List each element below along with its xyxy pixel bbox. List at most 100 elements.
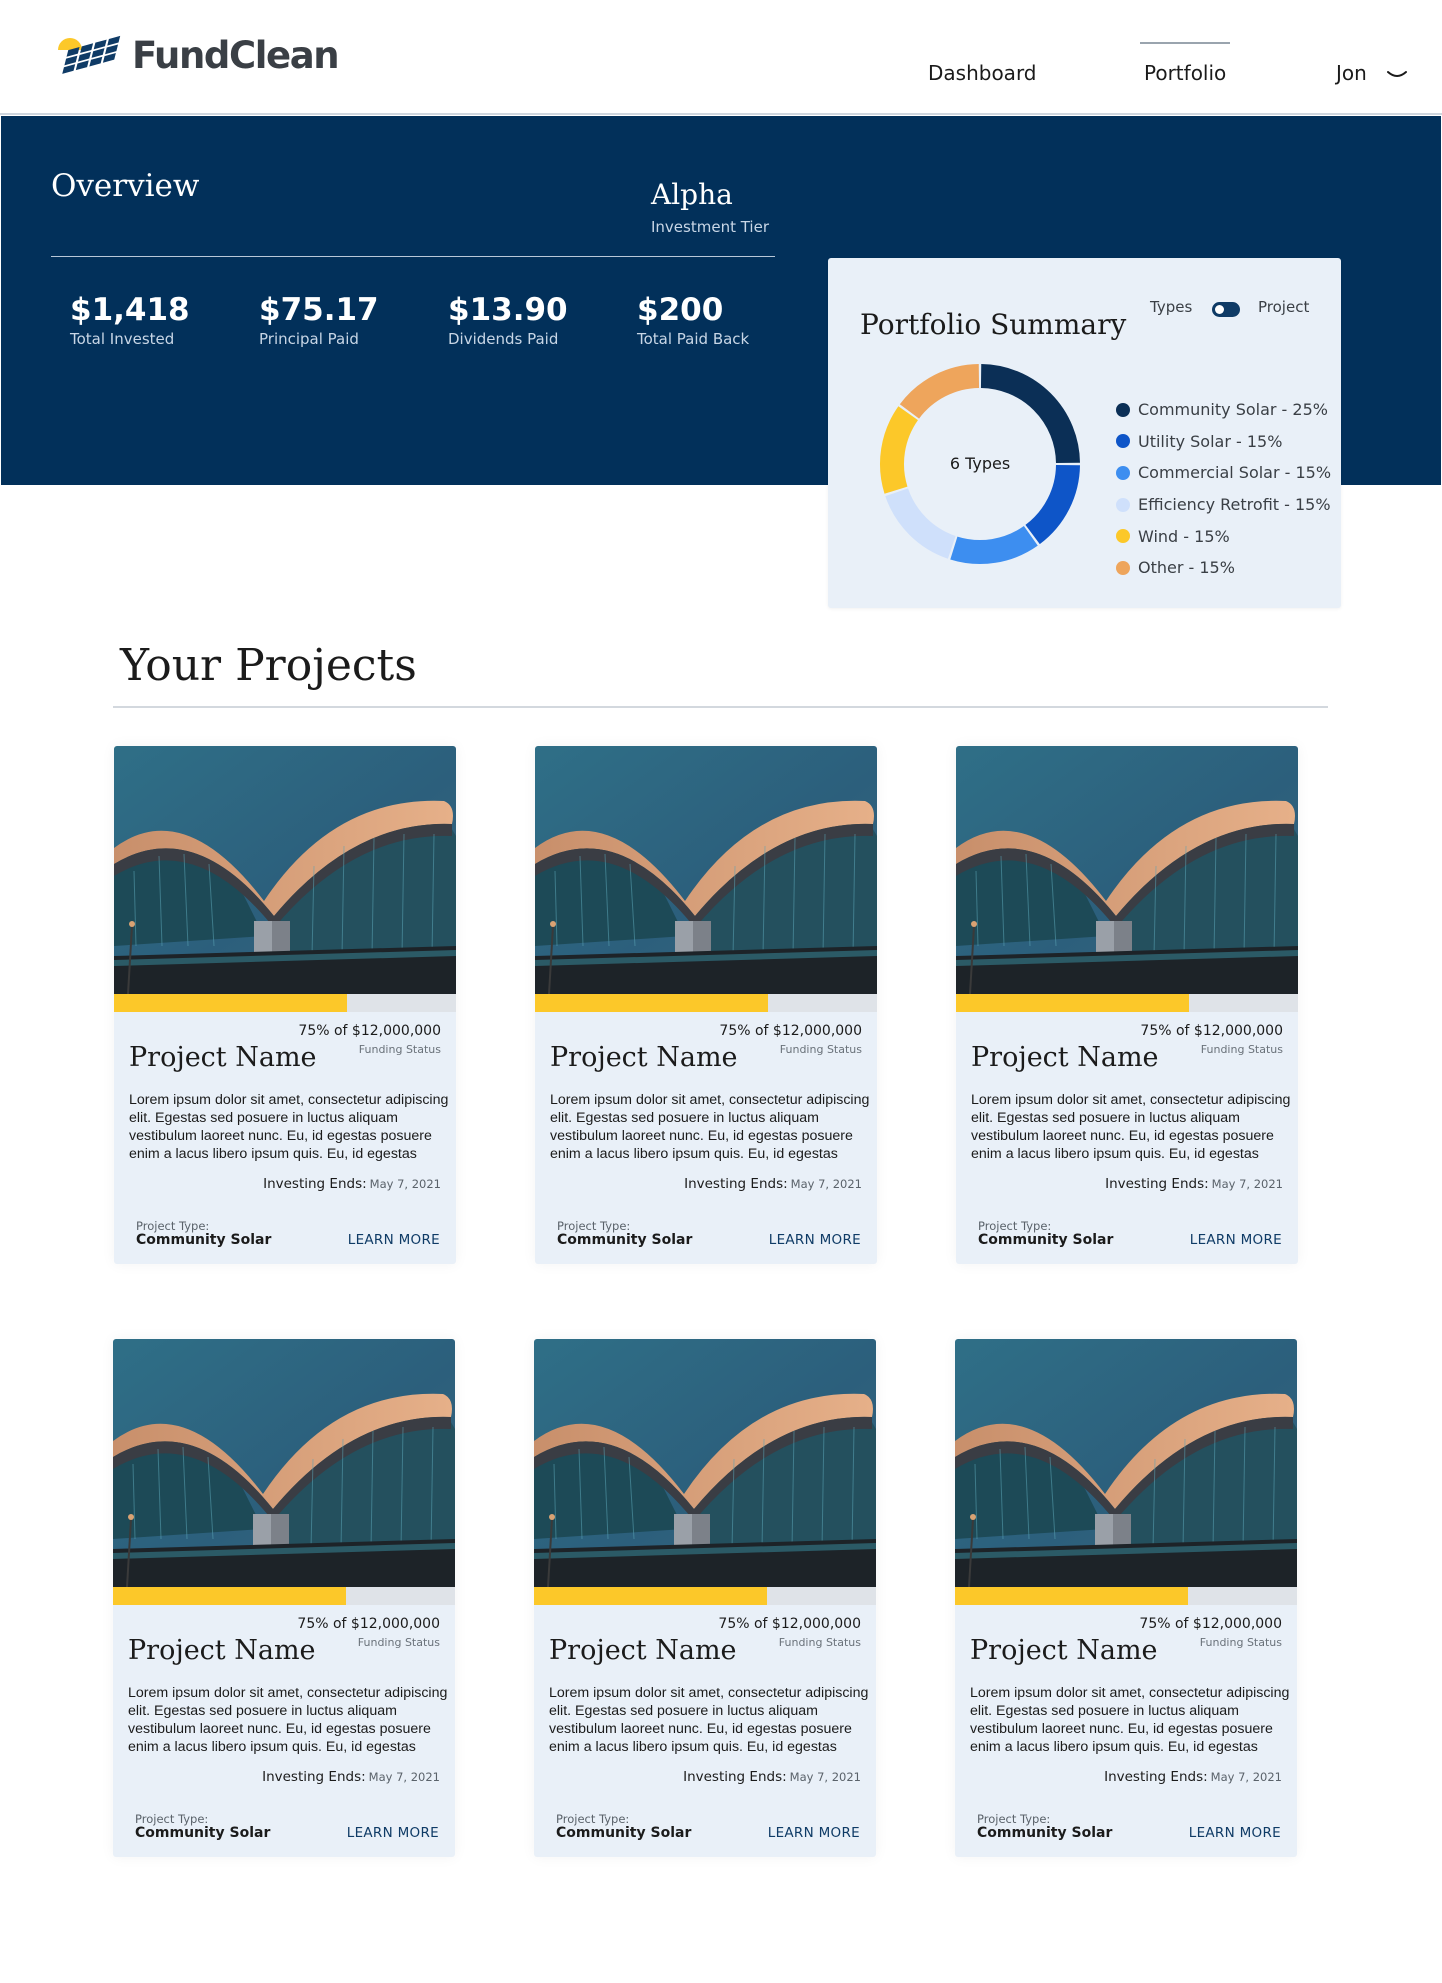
overview-divider [51,256,775,257]
toggle-label-project[interactable]: Project [1258,298,1309,316]
funding-progress-fill [114,994,347,1012]
funding-progress-bar [956,994,1298,1012]
learn-more-link[interactable]: LEARN MORE [1189,1825,1281,1841]
project-type-label: Project Type: [978,1219,1052,1233]
legend-label: Commercial Solar - 15% [1138,463,1332,483]
legend-dot-icon [1116,434,1130,449]
project-card[interactable]: 75% of $12,000,000 Funding Status Project … [955,1339,1297,1857]
project-type-label: Project Type: [557,1219,631,1233]
legend-item: Commercial Solar - 15% [1116,457,1331,489]
project-description: Lorem ipsum dolor sit amet, consectetur … [971,1092,1291,1162]
funding-progress-bar [955,1587,1297,1605]
funding-progress-fill [955,1587,1188,1605]
funding-amount: 75% of $12,000,000 [1140,1023,1283,1039]
funding-amount: 75% of $12,000,000 [297,1616,440,1632]
solar-panel-logo-icon [58,35,121,74]
donut-slice-5 [899,364,980,419]
donut-slice-4 [880,406,919,494]
investing-ends: Investing Ends: May 7, 2021 [683,1769,861,1785]
project-card[interactable]: 75% of $12,000,000 Funding Status Project … [113,1339,455,1857]
learn-more-link[interactable]: LEARN MORE [768,1825,860,1841]
legend-dot-icon [1116,402,1130,417]
nav-dashboard[interactable]: Dashboard [928,60,1037,86]
portfolio-summary-card: Portfolio Summary Types Project 6 Types … [828,258,1341,608]
learn-more-link[interactable]: LEARN MORE [769,1232,861,1248]
brand-logo[interactable]: FundClean [56,30,340,80]
funding-progress-bar [534,1587,876,1605]
investing-ends: Investing Ends: May 7, 2021 [1104,1769,1282,1785]
legend-dot-icon [1116,465,1130,480]
investing-ends: Investing Ends: May 7, 2021 [1105,1176,1283,1192]
project-card[interactable]: 75% of $12,000,000 Funding Status Project … [535,746,877,1264]
project-type: Community Solar [135,1825,271,1841]
project-type: Community Solar [978,1232,1114,1248]
stat-total-invested: $1,418 Total Invested [70,291,190,349]
project-name: Project Name [129,1042,317,1073]
project-description: Lorem ipsum dolor sit amet, consectetur … [550,1092,870,1162]
nav-portfolio[interactable]: Portfolio [1139,42,1231,86]
portfolio-legend: Community Solar - 25% Utility Solar - 15%… [1116,394,1331,584]
investing-ends-date: May 7, 2021 [368,1770,440,1784]
project-name: Project Name [971,1042,1159,1073]
overview-title: Overview [51,168,200,204]
project-card[interactable]: 75% of $12,000,000 Funding Status Project … [534,1339,876,1857]
project-card[interactable]: 75% of $12,000,000 Funding Status Project … [114,746,456,1264]
project-type: Community Solar [557,1232,693,1248]
donut-slice-2 [950,525,1038,564]
user-menu-name[interactable]: Jon [1336,60,1367,86]
investing-ends-date: May 7, 2021 [790,1177,862,1191]
project-type-label: Project Type: [136,1219,210,1233]
stat-value: $200 [637,292,724,328]
stat-principal-paid: $75.17 Principal Paid [259,291,379,349]
project-name: Project Name [549,1635,737,1666]
funding-progress-bar [114,994,456,1012]
investing-ends-date: May 7, 2021 [369,1177,441,1191]
legend-label: Other - 15% [1138,558,1235,578]
legend-item: Community Solar - 25% [1116,394,1331,426]
funding-progress-bar [535,994,877,1012]
legend-dot-icon [1116,560,1130,575]
stat-label: Dividends Paid [448,330,559,348]
project-type-label: Project Type: [977,1812,1051,1826]
funding-progress-bar [113,1587,455,1605]
portfolio-summary-title: Portfolio Summary [860,308,1127,341]
funding-progress-fill [534,1587,767,1605]
types-project-toggle[interactable] [1212,302,1240,317]
toggle-label-types[interactable]: Types [1150,298,1192,316]
stat-value: $75.17 [259,292,379,328]
project-image [534,1339,876,1587]
project-image [535,746,877,994]
investing-ends: Investing Ends: May 7, 2021 [262,1769,440,1785]
project-name: Project Name [970,1635,1158,1666]
chevron-down-icon[interactable] [1386,66,1408,82]
learn-more-link[interactable]: LEARN MORE [347,1825,439,1841]
brand-name: FundClean [132,33,340,77]
funding-progress-fill [535,994,768,1012]
project-description: Lorem ipsum dolor sit amet, consectetur … [970,1685,1290,1755]
legend-dot-icon [1116,497,1130,512]
legend-label: Utility Solar - 15% [1138,431,1283,451]
project-type: Community Solar [977,1825,1113,1841]
legend-label: Community Solar - 25% [1138,400,1328,420]
stat-label: Principal Paid [259,330,359,348]
donut-center-label: 6 Types [949,454,1011,473]
funding-status-label: Funding Status [778,1636,861,1649]
investment-tier-label: Investment Tier [651,218,769,236]
project-name: Project Name [550,1042,738,1073]
project-type-label: Project Type: [556,1812,630,1826]
funding-status-label: Funding Status [779,1043,862,1056]
funding-amount: 75% of $12,000,000 [718,1616,861,1632]
stat-label: Total Invested [70,330,175,348]
project-card[interactable]: 75% of $12,000,000 Funding Status Project … [956,746,1298,1264]
legend-label: Wind - 15% [1138,526,1230,546]
investment-tier-name: Alpha [651,178,733,211]
project-type: Community Solar [136,1232,272,1248]
donut-slice-3 [885,487,957,559]
learn-more-link[interactable]: LEARN MORE [348,1232,440,1248]
learn-more-link[interactable]: LEARN MORE [1190,1232,1282,1248]
funding-amount: 75% of $12,000,000 [719,1023,862,1039]
investing-ends: Investing Ends: May 7, 2021 [684,1176,862,1192]
funding-status-label: Funding Status [358,1043,441,1056]
investing-ends: Investing Ends: May 7, 2021 [263,1176,441,1192]
stat-dividends-paid: $13.90 Dividends Paid [448,291,568,349]
